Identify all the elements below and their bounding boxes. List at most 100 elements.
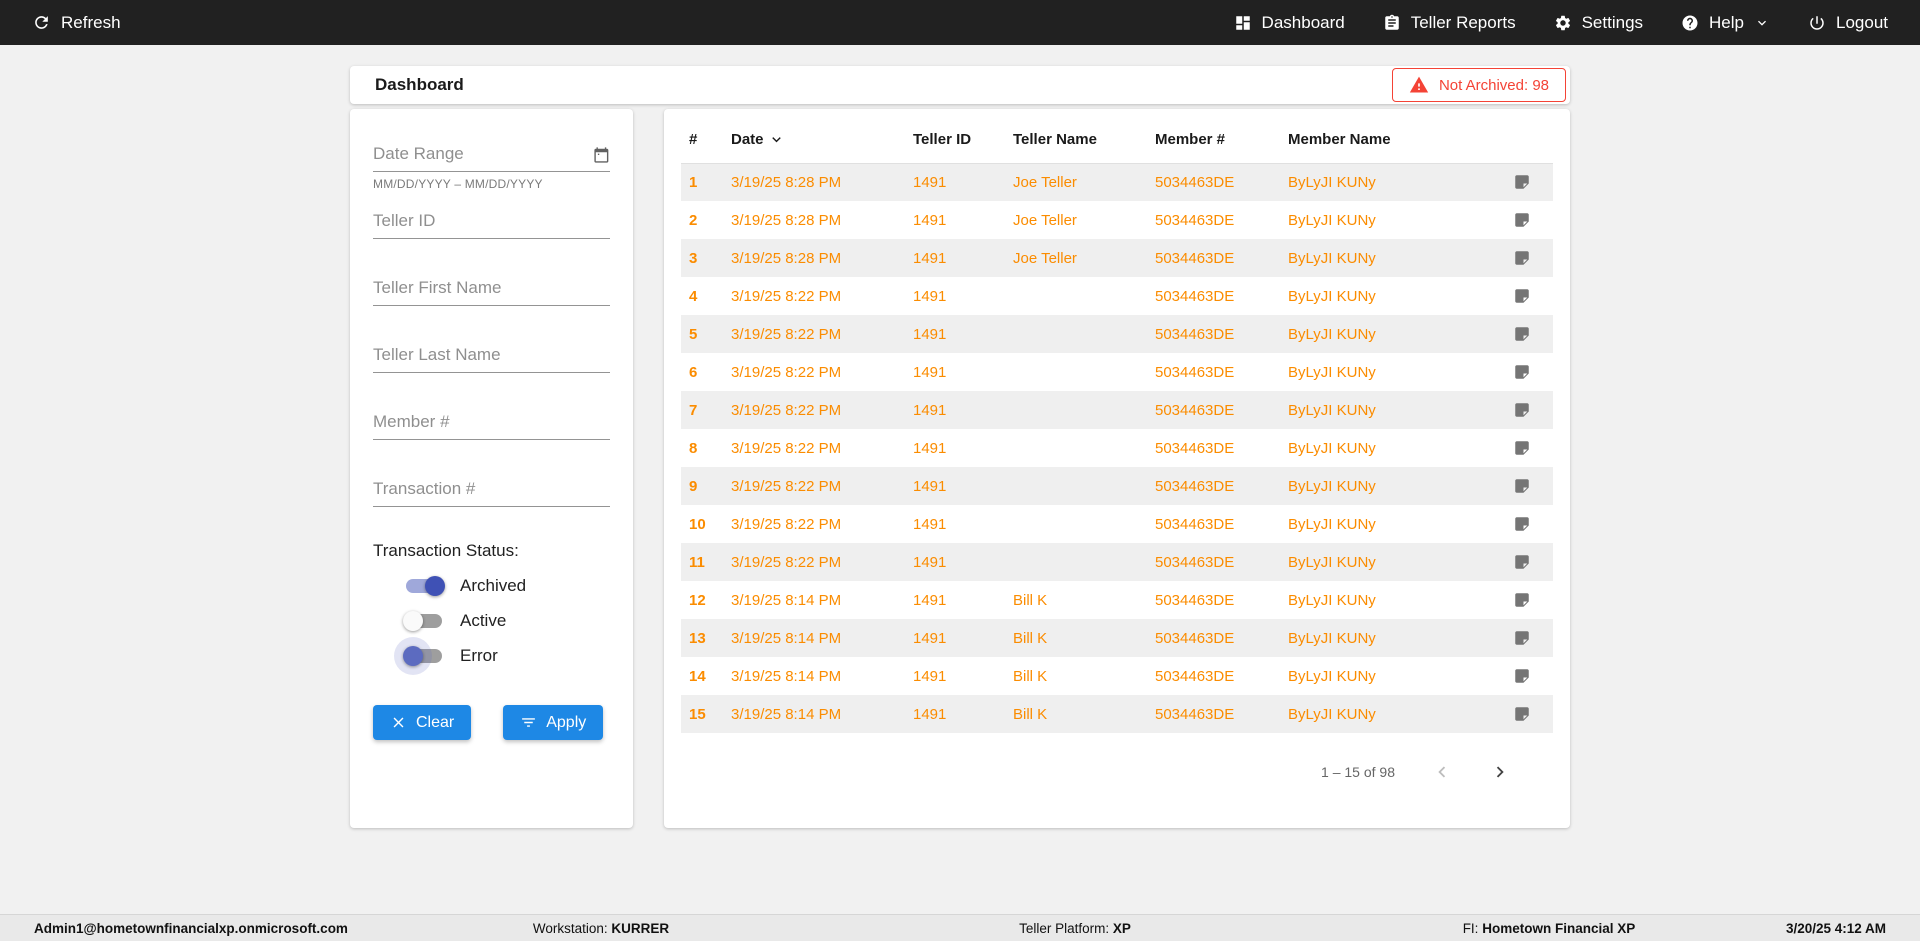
logout-button[interactable]: Logout <box>1808 13 1888 33</box>
teller-first-name-field <box>373 273 610 306</box>
note-cell[interactable] <box>1491 201 1553 239</box>
column-member-name[interactable]: Member Name <box>1280 117 1491 163</box>
note-cell[interactable] <box>1491 657 1553 695</box>
toggle-archived[interactable]: Archived <box>403 575 610 597</box>
note-cell[interactable] <box>1491 581 1553 619</box>
cell-num: 11 <box>681 543 723 581</box>
note-cell[interactable] <box>1491 543 1553 581</box>
note-cell[interactable] <box>1491 315 1553 353</box>
note-cell[interactable] <box>1491 619 1553 657</box>
toggle-active[interactable]: Active <box>403 610 610 632</box>
table-row: 113/19/25 8:22 PM1491 5034463DEByLyJI KUN… <box>681 543 1553 581</box>
page-header: Dashboard Not Archived: 98 <box>350 66 1570 104</box>
pagination-range-label: 1 – 15 of 98 <box>1321 764 1395 780</box>
table-row: 43/19/25 8:22 PM14915034463DEByLyJI KUNy <box>681 277 1553 315</box>
toggle-archived-switch <box>403 575 445 597</box>
not-archived-badge[interactable]: Not Archived: 98 <box>1392 68 1566 102</box>
column-member-number[interactable]: Member # <box>1147 117 1280 163</box>
clear-button[interactable]: Clear <box>373 705 471 740</box>
cell-member-name: ByLyJI KUNy <box>1280 543 1491 581</box>
teller-id-input[interactable] <box>373 206 610 239</box>
cell-date: 3/19/25 8:28 PM <box>723 239 905 277</box>
transaction-number-input[interactable] <box>373 474 610 507</box>
note-icon[interactable] <box>1513 249 1531 267</box>
note-icon[interactable] <box>1513 325 1531 343</box>
clipboard-icon <box>1383 14 1401 32</box>
note-icon[interactable] <box>1513 591 1531 609</box>
nav-teller-reports[interactable]: Teller Reports <box>1383 13 1516 33</box>
note-cell[interactable] <box>1491 277 1553 315</box>
note-icon[interactable] <box>1513 705 1531 723</box>
note-cell[interactable] <box>1491 239 1553 277</box>
note-icon[interactable] <box>1513 211 1531 229</box>
member-number-input[interactable] <box>373 407 610 440</box>
table-row: 153/19/25 8:14 PM1491Bill K5034463DEByLy… <box>681 695 1553 733</box>
nav-settings-label: Settings <box>1582 13 1643 33</box>
note-icon[interactable] <box>1513 477 1531 495</box>
note-cell[interactable] <box>1491 163 1553 201</box>
teller-last-name-input[interactable] <box>373 340 610 373</box>
note-icon[interactable] <box>1513 553 1531 571</box>
refresh-icon <box>32 13 51 32</box>
cell-member-name: ByLyJI KUNy <box>1280 353 1491 391</box>
note-cell[interactable] <box>1491 353 1553 391</box>
cell-member-number: 5034463DE <box>1147 543 1280 581</box>
next-page-button[interactable] <box>1489 761 1511 783</box>
cell-date: 3/19/25 8:22 PM <box>723 505 905 543</box>
column-teller-name[interactable]: Teller Name <box>1005 117 1147 163</box>
topbar: Refresh Dashboard Teller Reports Setting… <box>0 0 1920 45</box>
nav-teller-reports-label: Teller Reports <box>1411 13 1516 33</box>
note-cell[interactable] <box>1491 505 1553 543</box>
cell-teller-name <box>1005 353 1147 391</box>
toggle-active-switch <box>403 610 445 632</box>
cell-date: 3/19/25 8:22 PM <box>723 277 905 315</box>
column-teller-id[interactable]: Teller ID <box>905 117 1005 163</box>
cell-teller-id: 1491 <box>905 239 1005 277</box>
note-icon[interactable] <box>1513 173 1531 191</box>
note-cell[interactable] <box>1491 467 1553 505</box>
cell-member-number: 5034463DE <box>1147 619 1280 657</box>
calendar-icon[interactable] <box>593 146 610 164</box>
refresh-button[interactable]: Refresh <box>32 13 121 33</box>
note-icon[interactable] <box>1513 287 1531 305</box>
note-cell[interactable] <box>1491 429 1553 467</box>
apply-button[interactable]: Apply <box>503 705 603 740</box>
cell-teller-name <box>1005 315 1147 353</box>
cell-date: 3/19/25 8:22 PM <box>723 315 905 353</box>
note-icon[interactable] <box>1513 401 1531 419</box>
cell-member-number: 5034463DE <box>1147 467 1280 505</box>
toggle-error[interactable]: Error <box>403 645 610 667</box>
previous-page-button[interactable] <box>1431 761 1453 783</box>
note-icon[interactable] <box>1513 629 1531 647</box>
date-range-input[interactable] <box>373 139 593 171</box>
transactions-table: # Date Teller ID Teller Name Member # Me… <box>681 117 1553 733</box>
table-row: 143/19/25 8:14 PM1491Bill K5034463DEByLy… <box>681 657 1553 695</box>
nav-settings[interactable]: Settings <box>1554 13 1643 33</box>
note-cell[interactable] <box>1491 391 1553 429</box>
teller-first-name-input[interactable] <box>373 273 610 306</box>
cell-num: 2 <box>681 201 723 239</box>
cell-date: 3/19/25 8:22 PM <box>723 543 905 581</box>
note-icon[interactable] <box>1513 515 1531 533</box>
cell-teller-id: 1491 <box>905 543 1005 581</box>
note-icon[interactable] <box>1513 363 1531 381</box>
note-icon[interactable] <box>1513 439 1531 457</box>
note-icon[interactable] <box>1513 667 1531 685</box>
cell-teller-name <box>1005 429 1147 467</box>
cell-num: 1 <box>681 163 723 201</box>
nav-help[interactable]: Help <box>1681 13 1770 33</box>
column-num[interactable]: # <box>681 117 723 163</box>
column-date[interactable]: Date <box>723 117 905 163</box>
cell-num: 7 <box>681 391 723 429</box>
cell-num: 6 <box>681 353 723 391</box>
cell-member-name: ByLyJI KUNy <box>1280 277 1491 315</box>
nav-dashboard[interactable]: Dashboard <box>1234 13 1345 33</box>
cell-teller-name <box>1005 505 1147 543</box>
filter-icon <box>520 714 537 731</box>
cell-member-name: ByLyJI KUNy <box>1280 657 1491 695</box>
note-cell[interactable] <box>1491 695 1553 733</box>
table-row: 83/19/25 8:22 PM14915034463DEByLyJI KUNy <box>681 429 1553 467</box>
transaction-status-label: Transaction Status: <box>373 541 610 561</box>
transaction-number-field <box>373 474 610 507</box>
cell-num: 9 <box>681 467 723 505</box>
